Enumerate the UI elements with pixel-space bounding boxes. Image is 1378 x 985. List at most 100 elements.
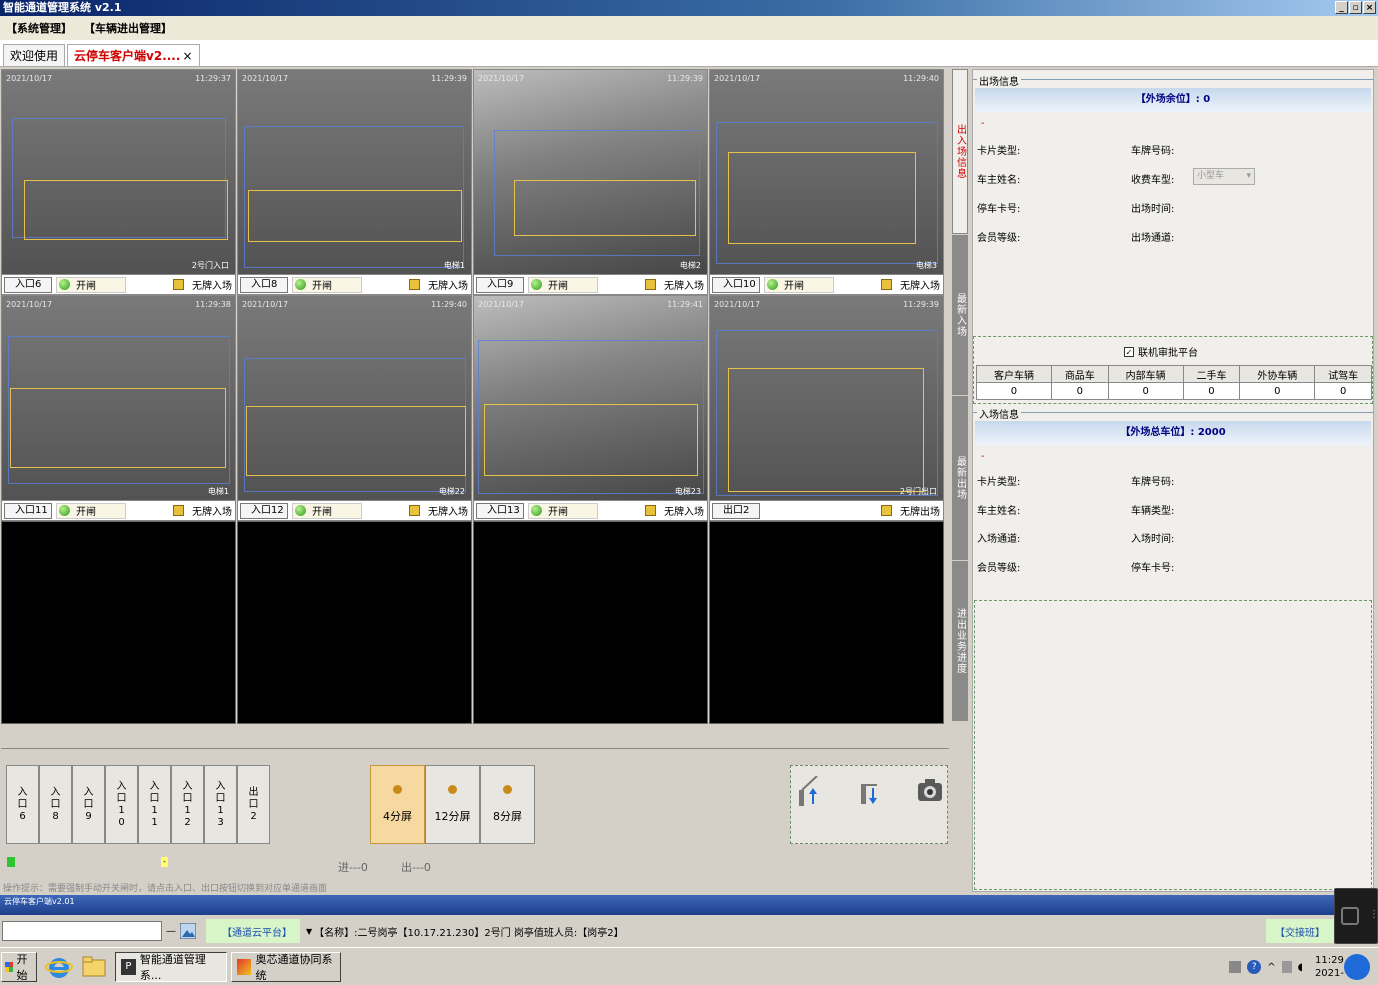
approval-row[interactable]: ✓ 联机审批平台 bbox=[1124, 344, 1198, 359]
gate-select-button[interactable]: 入口11 bbox=[138, 765, 171, 844]
tab-cloud-client[interactable]: 云停车客户端v2.... × bbox=[67, 44, 200, 66]
open-gate-button[interactable]: 开闸 bbox=[764, 276, 834, 293]
barrier-down-icon[interactable] bbox=[859, 780, 883, 806]
ticket-icon bbox=[881, 279, 892, 290]
approval-checkbox[interactable]: ✓ bbox=[1124, 346, 1134, 357]
gate-name-button[interactable]: 入口8 bbox=[240, 276, 288, 293]
stats-value: 0 bbox=[976, 382, 1052, 400]
minimize-button[interactable]: _ bbox=[1335, 1, 1348, 14]
gate-name-button[interactable]: 入口6 bbox=[4, 276, 52, 293]
ie-tray-icon[interactable] bbox=[1344, 954, 1370, 980]
camera-feed[interactable]: 2021/10/17 11:29:40 电梯3 bbox=[710, 70, 943, 274]
gate-name-button[interactable]: 入口9 bbox=[476, 276, 524, 293]
help-icon[interactable]: ? bbox=[1247, 960, 1262, 974]
no-plate-button[interactable]: 无牌入场 bbox=[409, 503, 468, 518]
gate-name-button[interactable]: 入口13 bbox=[476, 502, 524, 519]
restore-button[interactable]: ▫ bbox=[1349, 1, 1362, 14]
camera-cell[interactable]: 2021/10/17 11:29:37 2号门入口入口6 开闸 无牌入场 bbox=[1, 69, 236, 295]
camera-capture-icon[interactable] bbox=[917, 778, 943, 802]
camera-feed[interactable]: 2021/10/17 11:29:39 2号门出口 bbox=[710, 296, 943, 500]
camera-cell[interactable]: 2021/10/17 11:29:40 电梯22 入口12 开闸 无牌入场 bbox=[237, 295, 472, 521]
camera-cell[interactable]: 2021/10/17 11:29:39 2号门出口出口2 无牌出场 bbox=[709, 295, 944, 521]
no-plate-button[interactable]: 无牌入场 bbox=[173, 503, 232, 518]
camera-cell[interactable]: 2021/10/17 11:29:39 电梯2 入口9 开闸 无牌入场 bbox=[473, 69, 708, 295]
open-gate-button[interactable]: 开闸 bbox=[292, 276, 362, 293]
ie-icon[interactable] bbox=[45, 953, 73, 981]
no-plate-button[interactable]: 无牌出场 bbox=[881, 503, 940, 518]
split-screen-button[interactable]: 4分屏 bbox=[370, 765, 425, 844]
feed-date: 2021/10/17 bbox=[478, 74, 525, 83]
tab-close-icon[interactable]: × bbox=[182, 49, 192, 63]
sidetab-inout-info[interactable]: 出入场信息 bbox=[952, 69, 968, 234]
gate-name-button[interactable]: 入口12 bbox=[240, 502, 288, 519]
open-gate-button[interactable]: 开闸 bbox=[56, 502, 126, 519]
status-input[interactable] bbox=[2, 921, 162, 941]
menu-vehicle[interactable]: 【车辆进出管理】 bbox=[84, 20, 172, 36]
empty-camera-slot[interactable] bbox=[1, 521, 236, 724]
handover-button[interactable]: 【交接班】 bbox=[1266, 919, 1334, 943]
gate-select-button[interactable]: 入口9 bbox=[72, 765, 105, 844]
camera-cell[interactable]: 2021/10/17 11:29:40 电梯3 入口10 开闸 无牌入场 bbox=[709, 69, 944, 295]
no-plate-button[interactable]: 无牌入场 bbox=[645, 503, 704, 518]
gate-select-button[interactable]: 出口2 bbox=[237, 765, 270, 844]
gate-select-char: 口 bbox=[116, 792, 127, 804]
camera-controls: 入口6 开闸 无牌入场 bbox=[2, 274, 235, 294]
camera-feed[interactable]: 2021/10/17 11:29:40 电梯22 bbox=[238, 296, 471, 500]
system-tray: ? ^ ◖ 11:29 2021- bbox=[1221, 950, 1378, 984]
split-screen-button[interactable]: 8分屏 bbox=[480, 765, 535, 844]
gate-select-button[interactable]: 入口6 bbox=[6, 765, 39, 844]
start-button[interactable]: 开始 bbox=[1, 951, 37, 982]
open-gate-button[interactable]: 开闸 bbox=[292, 502, 362, 519]
floating-widget[interactable]: ⋮ bbox=[1334, 888, 1378, 944]
no-plate-button[interactable]: 无牌入场 bbox=[645, 277, 704, 292]
camera-feed[interactable]: 2021/10/17 11:29:41 电梯23 bbox=[474, 296, 707, 500]
sidetab-latest-exit[interactable]: 最新出场 bbox=[952, 396, 968, 560]
open-gate-button[interactable]: 开闸 bbox=[56, 276, 126, 293]
empty-camera-slot[interactable] bbox=[473, 521, 708, 724]
empty-camera-slot[interactable] bbox=[237, 521, 472, 724]
no-plate-button[interactable]: 无牌入场 bbox=[409, 277, 468, 292]
camera-feed[interactable]: 2021/10/17 11:29:38 电梯1 bbox=[2, 296, 235, 500]
camera-feed[interactable]: 2021/10/17 11:29:37 2号门入口 bbox=[2, 70, 235, 274]
no-plate-button[interactable]: 无牌入场 bbox=[881, 277, 940, 292]
vehicle-type-select[interactable]: 小型车 ▾ bbox=[1193, 168, 1255, 185]
gate-select-char: 出 bbox=[248, 786, 259, 798]
taskbar-app-collab[interactable]: 奥芯通道协同系统 bbox=[231, 951, 341, 982]
gate-select-button[interactable]: 入口13 bbox=[204, 765, 237, 844]
camera-cell[interactable]: 2021/10/17 11:29:38 电梯1 入口11 开闸 无牌入场 bbox=[1, 295, 236, 521]
image-icon[interactable] bbox=[180, 923, 196, 939]
camera-cell[interactable]: 2021/10/17 11:29:39 电梯1 入口8 开闸 无牌入场 bbox=[237, 69, 472, 295]
camera-feed[interactable]: 2021/10/17 11:29:39 电梯1 bbox=[238, 70, 471, 274]
camera-feed[interactable]: 2021/10/17 11:29:39 电梯2 bbox=[474, 70, 707, 274]
gate-name-button[interactable]: 入口11 bbox=[4, 502, 52, 519]
chevron-up-icon[interactable]: ^ bbox=[1267, 962, 1275, 973]
empty-camera-slot[interactable] bbox=[709, 521, 944, 724]
gate-select-button[interactable]: 入口8 bbox=[39, 765, 72, 844]
gate-select-button[interactable]: 入口10 bbox=[105, 765, 138, 844]
open-gate-button[interactable]: 开闸 bbox=[528, 502, 598, 519]
folder-icon[interactable] bbox=[81, 954, 107, 980]
speaker-icon[interactable]: ◖ bbox=[1298, 962, 1303, 973]
sidetab-latest-entry[interactable]: 最新入场 bbox=[952, 235, 968, 395]
open-gate-button[interactable]: 开闸 bbox=[528, 276, 598, 293]
network-icon[interactable] bbox=[1281, 961, 1292, 973]
barrier-up-icon[interactable] bbox=[797, 776, 821, 806]
close-button[interactable]: × bbox=[1363, 1, 1376, 14]
taskbar: 开始 P 智能通道管理系... 奥芯通道协同系统 ? ^ ◖ 11:29 202… bbox=[0, 947, 1378, 985]
menu-system[interactable]: 【系统管理】 bbox=[6, 20, 72, 36]
gate-name-button[interactable]: 入口10 bbox=[712, 276, 760, 293]
info-field-label: 会员等级: bbox=[977, 562, 1021, 574]
tab-welcome[interactable]: 欢迎使用 bbox=[3, 44, 66, 66]
camera-cell[interactable]: 2021/10/17 11:29:41 电梯23 入口13 开闸 无牌入场 bbox=[473, 295, 708, 521]
printer-icon[interactable] bbox=[1229, 961, 1242, 973]
gate-name-button[interactable]: 出口2 bbox=[712, 502, 760, 519]
stats-value: 0 bbox=[1182, 382, 1241, 400]
taskbar-app-channel[interactable]: P 智能通道管理系... bbox=[115, 951, 227, 982]
gate-select-button[interactable]: 入口12 bbox=[171, 765, 204, 844]
platform-label[interactable]: 【通道云平台】 bbox=[206, 919, 300, 943]
stats-value: 0 bbox=[1107, 382, 1184, 400]
no-plate-button[interactable]: 无牌入场 bbox=[173, 277, 232, 292]
sidetab-progress[interactable]: 进出业务进度 bbox=[952, 561, 968, 721]
split-screen-button[interactable]: 12分屏 bbox=[425, 765, 480, 844]
dropdown-arrow-icon[interactable]: ▼ bbox=[306, 927, 312, 936]
